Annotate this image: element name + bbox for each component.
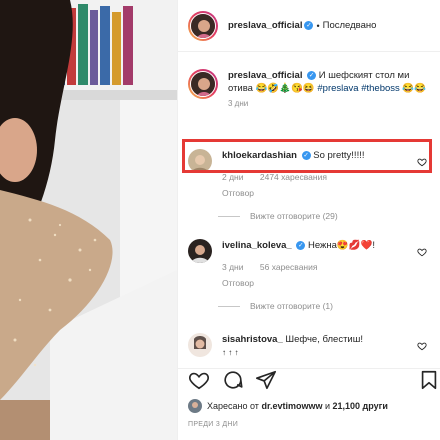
- comment-username[interactable]: ivelina_koleva_: [222, 240, 292, 251]
- comment-item: sisahristova_ Шефче, блестиш! ↑ ↑ ↑: [188, 333, 433, 359]
- liked-by-prefix: Харесано от: [207, 401, 259, 411]
- comment-text: Шефче, блестиш!: [285, 334, 363, 345]
- caption-hashtags[interactable]: #preslava #theboss 😂😂: [317, 83, 426, 94]
- reply-button[interactable]: Отговор: [222, 278, 418, 288]
- comment-text: Нежна😍💋❤️!: [308, 240, 376, 251]
- comment-icon[interactable]: [222, 369, 244, 391]
- post-actions: Харесано от dr.evtimowww и 21,100 други …: [178, 368, 440, 440]
- comment-extra: ↑ ↑ ↑: [222, 348, 239, 357]
- comment-username[interactable]: sisahristova_: [222, 334, 283, 345]
- likes-summary: Харесано от dr.evtimowww и 21,100 други: [188, 399, 388, 413]
- bookmark-icon[interactable]: [418, 369, 440, 391]
- comment-heart-icon[interactable]: [417, 341, 427, 351]
- avatar[interactable]: [190, 71, 216, 97]
- comment-time: 2 дни: [222, 172, 244, 182]
- view-replies-label[interactable]: Вижте отговорите (29): [250, 211, 338, 221]
- view-replies-link[interactable]: Вижте отговорите (29): [218, 211, 338, 221]
- highlight-box: [182, 139, 432, 173]
- comment-item: ivelina_koleva_ ✓ Нежна😍💋❤️! 3 дни 56 ха…: [188, 239, 433, 288]
- liked-by-count[interactable]: 21,100 други: [333, 401, 388, 411]
- comment-meta: 3 дни 56 харесвания: [222, 262, 418, 272]
- avatar[interactable]: [188, 399, 202, 413]
- following-button[interactable]: Последвано: [323, 20, 377, 31]
- header-username[interactable]: preslava_official: [228, 20, 302, 31]
- comments-list[interactable]: preslava_official ✓ И шефският стол ми о…: [178, 53, 440, 368]
- comment-likes[interactable]: 2474 харесвания: [260, 172, 327, 182]
- post-image: [0, 0, 177, 440]
- heart-icon[interactable]: [188, 369, 210, 391]
- caption-time: 3 дни: [228, 99, 249, 108]
- comment-time: 3 дни: [222, 262, 244, 272]
- liked-by-user[interactable]: dr.evtimowww: [261, 401, 322, 411]
- post-side-panel: preslava_official ✓ • Последвано preslav…: [177, 0, 440, 440]
- liked-by-connector: и: [324, 401, 331, 411]
- verified-badge-icon: ✓: [296, 240, 306, 250]
- verified-badge-icon: ✓: [304, 21, 314, 30]
- dot-separator: •: [316, 20, 320, 31]
- caption-avatar-ring[interactable]: [188, 69, 218, 99]
- caption-username[interactable]: preslava_official: [228, 70, 302, 81]
- replies-divider: [218, 215, 240, 217]
- post-timestamp: ПРЕДИ 3 ДНИ: [188, 421, 239, 428]
- comment-heart-icon[interactable]: [417, 247, 427, 257]
- share-icon[interactable]: [255, 369, 277, 391]
- reply-button[interactable]: Отговор: [222, 188, 418, 198]
- avatar[interactable]: [190, 12, 216, 39]
- post-caption: preslava_official ✓ И шефският стол ми о…: [188, 69, 433, 110]
- avatar[interactable]: [188, 239, 212, 263]
- verified-badge-icon: ✓: [307, 70, 317, 80]
- story-ring[interactable]: [188, 10, 218, 41]
- comment-meta: 2 дни 2474 харесвания: [222, 172, 418, 182]
- replies-divider: [218, 305, 240, 307]
- avatar[interactable]: [188, 333, 212, 357]
- post-photo[interactable]: [0, 0, 177, 440]
- view-replies-label[interactable]: Вижте отговорите (1): [250, 301, 333, 311]
- post-header: preslava_official ✓ • Последвано: [178, 0, 440, 52]
- comment-likes[interactable]: 56 харесвания: [260, 262, 318, 272]
- view-replies-link[interactable]: Вижте отговорите (1): [218, 301, 333, 311]
